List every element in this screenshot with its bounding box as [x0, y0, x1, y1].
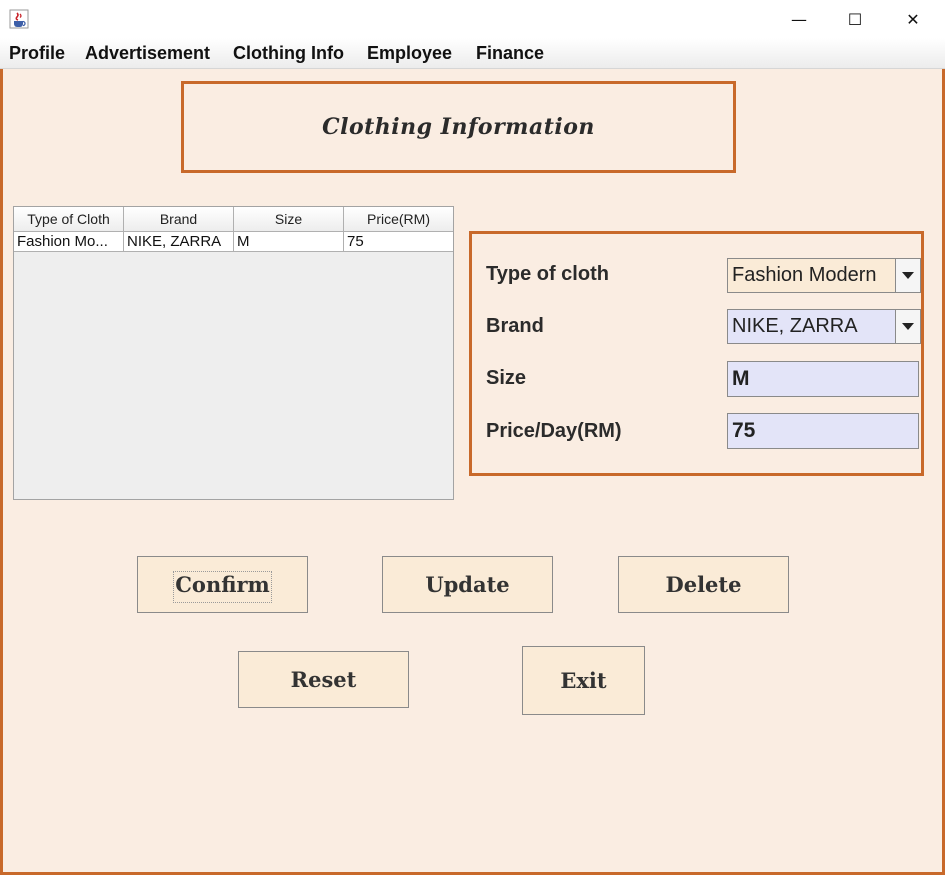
- size-label: Size: [486, 367, 527, 389]
- maximize-icon: ☐: [847, 9, 863, 29]
- update-button[interactable]: Update: [382, 556, 553, 613]
- price-label: Price/Day(RM): [486, 420, 622, 442]
- table-row[interactable]: Fashion Mo... NIKE, ZARRA M 75: [14, 232, 453, 252]
- table-header: Type of Cloth Brand Size Price(RM): [14, 207, 453, 232]
- exit-button-label: Exit: [560, 668, 607, 693]
- menu-employee[interactable]: Employee: [367, 43, 452, 64]
- cell-type[interactable]: Fashion Mo...: [14, 232, 124, 251]
- clothing-form: Type of cloth Fashion Modern Brand NIKE,…: [469, 231, 924, 476]
- type-label: Type of cloth: [486, 263, 609, 285]
- reset-button[interactable]: Reset: [238, 651, 409, 708]
- cell-brand[interactable]: NIKE, ZARRA: [124, 232, 234, 251]
- menu-profile[interactable]: Profile: [9, 43, 65, 64]
- minimize-button[interactable]: —: [770, 0, 828, 38]
- type-combo[interactable]: Fashion Modern: [727, 258, 921, 293]
- page-header: Clothing Information: [181, 81, 736, 173]
- focus-ring: [173, 571, 272, 603]
- chevron-down-icon: [902, 323, 914, 330]
- exit-button[interactable]: Exit: [522, 646, 645, 715]
- java-coffee-cup-icon: [9, 9, 29, 29]
- close-button[interactable]: ✕: [884, 0, 942, 38]
- delete-button[interactable]: Delete: [618, 556, 789, 613]
- confirm-button[interactable]: Confirm: [137, 556, 308, 613]
- close-icon: ✕: [906, 9, 920, 29]
- update-button-label: Update: [425, 572, 510, 597]
- brand-combo[interactable]: NIKE, ZARRA: [727, 309, 921, 344]
- column-header-type[interactable]: Type of Cloth: [14, 207, 124, 231]
- column-header-size[interactable]: Size: [234, 207, 344, 231]
- price-field[interactable]: 75: [727, 413, 919, 449]
- brand-combo-value: NIKE, ZARRA: [732, 315, 858, 337]
- menu-clothing-info[interactable]: Clothing Info: [233, 43, 344, 64]
- menu-advertisement[interactable]: Advertisement: [85, 43, 210, 64]
- clothing-table[interactable]: Type of Cloth Brand Size Price(RM) Fashi…: [13, 206, 454, 500]
- size-field[interactable]: M: [727, 361, 919, 397]
- column-header-brand[interactable]: Brand: [124, 207, 234, 231]
- maximize-button[interactable]: ☐: [826, 0, 884, 38]
- chevron-down-icon: [902, 272, 914, 279]
- menu-bar: Profile Advertisement Clothing Info Empl…: [0, 38, 945, 69]
- menu-finance[interactable]: Finance: [476, 43, 544, 64]
- window-titlebar: — ☐ ✕: [0, 0, 945, 38]
- page-title: Clothing Information: [322, 114, 595, 140]
- minimize-icon: —: [791, 9, 807, 29]
- reset-button-label: Reset: [290, 667, 357, 692]
- cell-price[interactable]: 75: [344, 232, 453, 251]
- delete-button-label: Delete: [665, 572, 742, 597]
- brand-combo-arrow[interactable]: [895, 310, 920, 343]
- brand-label: Brand: [486, 315, 544, 337]
- cell-size[interactable]: M: [234, 232, 344, 251]
- column-header-price[interactable]: Price(RM): [344, 207, 453, 231]
- type-combo-arrow[interactable]: [895, 259, 920, 292]
- type-combo-value: Fashion Modern: [732, 264, 877, 286]
